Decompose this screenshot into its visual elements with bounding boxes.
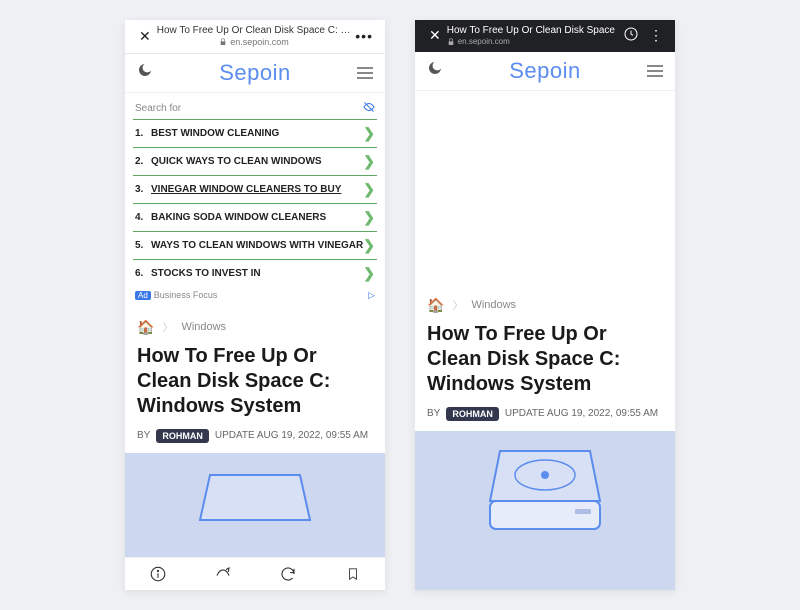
more-menu-icon[interactable]: ••• <box>351 28 377 44</box>
phone-left: ✕ How To Free Up Or Clean Disk Space C: … <box>125 20 385 590</box>
byline: BY ROHMAN UPDATE AUG 19, 2022, 09:55 AM <box>125 429 385 453</box>
breadcrumb: 🏠 〉 Windows <box>415 291 675 318</box>
address-bar: ✕ How To Free Up Or Clean Disk Space en.… <box>415 20 675 52</box>
info-icon[interactable] <box>148 564 168 584</box>
site-header: Sepoin <box>125 54 385 93</box>
menu-button[interactable] <box>357 67 373 79</box>
page-title-small: How To Free Up Or Clean Disk Space <box>447 25 619 37</box>
dark-mode-toggle[interactable] <box>427 60 443 81</box>
byline: BY ROHMAN UPDATE AUG 19, 2022, 09:55 AM <box>415 407 675 431</box>
ad-row[interactable]: 6. STOCKS TO INVEST IN ❯ <box>133 259 377 287</box>
disk-drive-icon <box>195 465 315 545</box>
page-url: en.sepoin.com <box>157 37 352 48</box>
more-menu-icon[interactable]: ⋮ <box>649 27 663 44</box>
chevron-right-icon: ❯ <box>363 181 375 198</box>
breadcrumb: 🏠 〉 Windows <box>125 313 385 340</box>
ad-footer: AdBusiness Focus ▷ <box>133 287 377 301</box>
chevron-right-icon: ❯ <box>363 265 375 282</box>
chevron-right-icon: ❯ <box>363 153 375 170</box>
chevron-right-icon: 〉 <box>162 319 173 335</box>
author-link[interactable]: ROHMAN <box>446 407 499 421</box>
chevron-right-icon: ❯ <box>363 237 375 254</box>
brand-logo[interactable]: Sepoin <box>509 58 581 84</box>
home-icon[interactable]: 🏠 <box>427 297 444 314</box>
breadcrumb-item[interactable]: Windows <box>181 321 226 333</box>
address-title-block[interactable]: How To Free Up Or Clean Disk Space C: Wi… <box>157 25 352 48</box>
dark-mode-toggle[interactable] <box>137 62 153 83</box>
blank-space <box>415 91 675 291</box>
ad-hide-icon[interactable] <box>363 101 375 116</box>
chevron-right-icon: ❯ <box>363 209 375 226</box>
chevron-right-icon: ❯ <box>363 125 375 142</box>
update-date: UPDATE AUG 19, 2022, 09:55 AM <box>505 408 658 419</box>
close-icon[interactable]: ✕ <box>423 27 447 44</box>
moon-icon <box>137 62 153 78</box>
ad-row[interactable]: 2. QUICK WAYS TO CLEAN WINDOWS ❯ <box>133 147 377 175</box>
browser-toolbar <box>125 557 385 590</box>
close-icon[interactable]: ✕ <box>133 28 157 45</box>
ad-heading: Search for <box>135 103 181 114</box>
breadcrumb-item[interactable]: Windows <box>471 299 516 311</box>
history-icon[interactable] <box>623 26 639 45</box>
lock-icon <box>219 38 227 46</box>
address-bar: ✕ How To Free Up Or Clean Disk Space C: … <box>125 20 385 54</box>
chevron-right-icon: 〉 <box>452 297 463 313</box>
menu-button[interactable] <box>647 65 663 77</box>
author-link[interactable]: ROHMAN <box>156 429 209 443</box>
bookmark-icon[interactable] <box>343 564 363 584</box>
hero-image <box>415 431 675 590</box>
disk-drive-icon <box>485 443 605 543</box>
home-icon[interactable]: 🏠 <box>137 319 154 336</box>
search-ad-block: Search for 1. BEST WINDOW CLEANING ❯ 2. … <box>133 99 377 301</box>
phone-right: ✕ How To Free Up Or Clean Disk Space en.… <box>415 20 675 590</box>
ad-choices-icon[interactable]: ▷ <box>368 290 375 301</box>
article-title: How To Free Up Or Clean Disk Space C: Wi… <box>427 322 663 397</box>
page-title-small: How To Free Up Or Clean Disk Space C: Wi… <box>157 25 352 37</box>
lock-icon <box>447 38 455 46</box>
moon-icon <box>427 60 443 76</box>
reload-icon[interactable] <box>278 564 298 584</box>
ad-row[interactable]: 4. BAKING SODA WINDOW CLEANERS ❯ <box>133 203 377 231</box>
share-icon[interactable] <box>213 564 233 584</box>
ad-row[interactable]: 5. WAYS TO CLEAN WINDOWS WITH VINEGAR ❯ <box>133 231 377 259</box>
page-url: en.sepoin.com <box>447 37 619 47</box>
ad-row[interactable]: 3. VINEGAR WINDOW CLEANERS TO BUY ❯ <box>133 175 377 203</box>
update-date: UPDATE AUG 19, 2022, 09:55 AM <box>215 430 368 441</box>
ad-row[interactable]: 1. BEST WINDOW CLEANING ❯ <box>133 119 377 147</box>
site-header: Sepoin <box>415 52 675 91</box>
article-title: How To Free Up Or Clean Disk Space C: Wi… <box>137 344 373 419</box>
brand-logo[interactable]: Sepoin <box>219 60 291 86</box>
address-title-block[interactable]: How To Free Up Or Clean Disk Space en.se… <box>447 25 619 47</box>
